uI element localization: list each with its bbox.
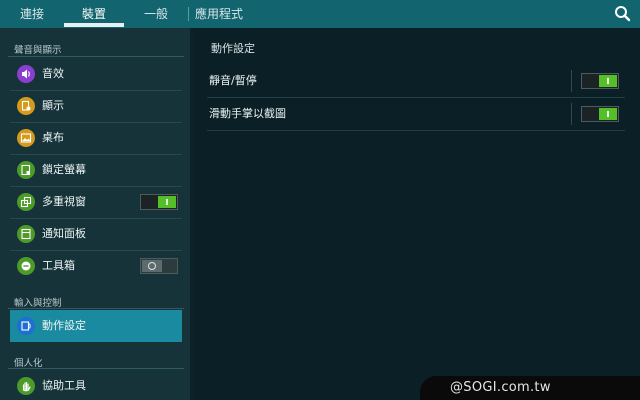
setting-label: 靜音/暫停 [209,74,257,87]
setting-row-palm-swipe-capture[interactable]: 滑動手掌以截圖 [207,99,625,129]
tab-connections[interactable]: 連接 [0,0,64,28]
sidebar-item-label: 鎖定螢幕 [42,163,86,176]
sidebar-item-sound[interactable]: 音效 [10,58,182,90]
row-separator [571,70,572,92]
watermark: @SOGI.com.tw [420,376,640,400]
search-icon [615,6,631,22]
sidebar-item-label: 動作設定 [42,319,86,332]
section-divider [8,56,184,57]
watermark-text: @SOGI.com.tw [450,380,551,395]
speaker-icon [17,65,35,83]
sidebar-item-multi-window[interactable]: 多重視窗 [10,186,182,218]
toggle-thumb [599,75,617,87]
multi-window-icon [17,193,35,211]
row-divider [207,130,625,131]
toggle-thumb [158,196,176,208]
settings-sidebar: 聲音與顯示 音效 顯示 桌布 鎖定螢幕 多重視窗 通知面板 工具箱 輸入與控制 … [0,28,190,400]
lock-screen-icon [17,161,35,179]
section-divider [8,308,184,309]
sidebar-item-toolbox[interactable]: 工具箱 [10,250,182,282]
sidebar-item-label: 音效 [42,67,64,80]
top-tab-bar: 連接 裝置 一般 應用程式 [0,0,640,28]
motion-icon [17,317,35,335]
tab-applications[interactable]: 應用程式 [189,0,249,28]
sidebar-item-label: 顯示 [42,99,64,112]
sidebar-item-display[interactable]: 顯示 [10,90,182,122]
display-icon [17,97,35,115]
motion-settings-panel: 動作設定 靜音/暫停 滑動手掌以截圖 [193,28,640,400]
sidebar-item-motion[interactable]: 動作設定 [10,310,182,342]
toggle-thumb [142,260,162,272]
section-header-personalization: 個人化 [14,358,43,369]
sidebar-item-label: 通知面板 [42,227,86,240]
setting-label: 滑動手掌以截圖 [209,107,286,120]
palm-swipe-capture-toggle[interactable] [581,106,619,122]
toolbox-toggle[interactable] [140,258,178,274]
wallpaper-icon [17,129,35,147]
notification-panel-icon [17,225,35,243]
row-divider [207,97,625,98]
multi-window-toggle[interactable] [140,194,178,210]
setting-row-mute-pause[interactable]: 靜音/暫停 [207,66,625,96]
active-tab-indicator [64,23,124,27]
toggle-thumb [599,108,617,120]
section-header-sound-display: 聲音與顯示 [14,45,62,56]
row-separator [571,103,572,125]
sidebar-item-accessibility[interactable]: 協助工具 [10,370,182,400]
search-button[interactable] [606,0,640,28]
mute-pause-toggle[interactable] [581,73,619,89]
sidebar-item-wallpaper[interactable]: 桌布 [10,122,182,154]
sidebar-item-lock-screen[interactable]: 鎖定螢幕 [10,154,182,186]
section-divider [8,368,184,369]
page-title: 動作設定 [211,42,255,55]
sidebar-item-label: 工具箱 [42,259,75,272]
tab-general[interactable]: 一般 [124,0,188,28]
section-header-input-control: 輸入與控制 [14,298,62,309]
hand-icon [17,377,35,395]
sidebar-item-label: 桌布 [42,131,64,144]
sidebar-item-label: 協助工具 [42,379,86,392]
toolbox-icon [17,257,35,275]
sidebar-item-label: 多重視窗 [42,195,86,208]
sidebar-item-notification-panel[interactable]: 通知面板 [10,218,182,250]
